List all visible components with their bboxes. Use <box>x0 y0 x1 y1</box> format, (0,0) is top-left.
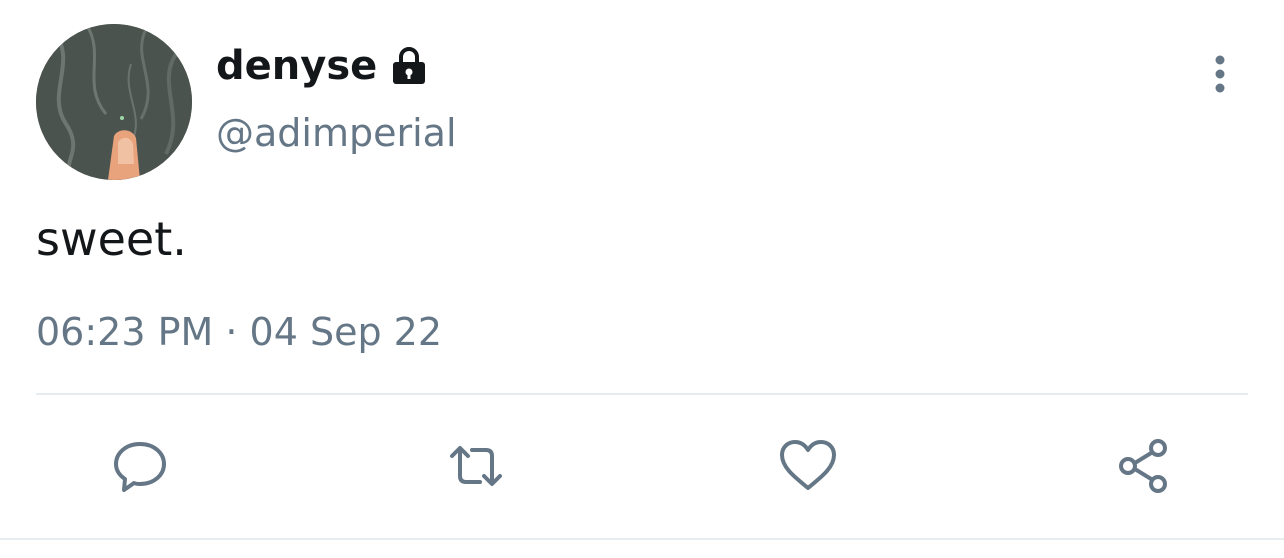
heart-icon <box>780 440 836 490</box>
vertical-ellipsis-icon[interactable] <box>1196 50 1244 98</box>
share-button[interactable] <box>1112 434 1176 498</box>
speech-bubble-icon <box>114 442 166 492</box>
avatar-illustration <box>36 24 192 180</box>
display-name[interactable]: denyse <box>216 40 377 92</box>
retweet-button[interactable] <box>444 434 508 498</box>
bottom-divider <box>0 538 1284 540</box>
user-handle[interactable]: @adimperial <box>216 108 457 158</box>
reply-button[interactable] <box>108 434 172 498</box>
retweet-arrows-icon <box>450 446 502 486</box>
tweet-timestamp[interactable]: 06:23 PM · 04 Sep 22 <box>36 306 442 358</box>
avatar[interactable] <box>36 24 192 180</box>
like-button[interactable] <box>776 434 840 498</box>
divider <box>36 393 1248 395</box>
tweet-text: sweet. <box>36 212 187 266</box>
share-nodes-icon <box>1119 439 1167 493</box>
display-name-row: denyse <box>216 40 429 92</box>
lock-icon <box>393 47 426 84</box>
